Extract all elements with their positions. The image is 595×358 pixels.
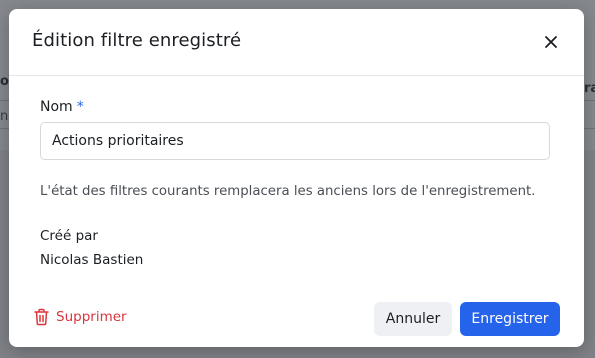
background-header-fragment: o (0, 74, 9, 89)
close-icon (545, 36, 557, 48)
delete-label: Supprimer (56, 309, 127, 325)
dialog-title: Édition filtre enregistré (32, 30, 242, 51)
name-input[interactable] (40, 122, 550, 160)
dialog-header: Édition filtre enregistré (9, 9, 584, 76)
trash-icon (34, 308, 49, 326)
name-field-label: Nom * (40, 99, 84, 115)
edit-saved-filter-dialog: Édition filtre enregistré Nom* L'état de… (9, 9, 584, 347)
required-marker: * (76, 99, 84, 115)
background-header-fragment: ra (584, 81, 595, 96)
delete-button[interactable]: Supprimer (33, 308, 127, 326)
close-button[interactable] (538, 29, 564, 55)
save-button[interactable]: Enregistrer (460, 302, 560, 336)
cancel-button[interactable]: Annuler (374, 302, 452, 336)
created-by-label: Créé par (40, 228, 98, 244)
created-by-value: Nicolas Bastien (40, 252, 144, 268)
name-label-text: Nom (40, 99, 73, 115)
background-cell-fragment: n (0, 109, 9, 124)
overwrite-info-text: L'état des filtres courants remplacera l… (40, 184, 536, 199)
